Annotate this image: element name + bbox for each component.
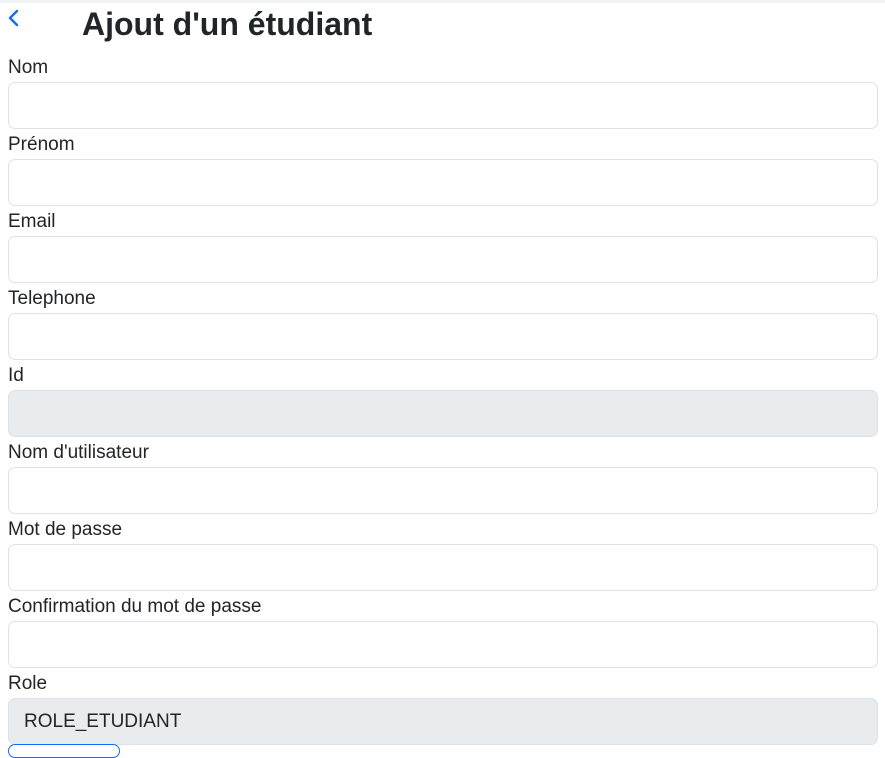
telephone-label: Telephone	[8, 288, 96, 309]
username-input[interactable]	[8, 467, 878, 514]
role-input	[8, 698, 878, 745]
nom-input[interactable]	[8, 82, 878, 129]
field-telephone: Telephone	[8, 287, 878, 364]
role-label: Role	[8, 673, 48, 694]
chevron-left-icon	[7, 9, 19, 27]
add-student-form: Nom Prénom Email Telephone Id Nom d'util…	[8, 56, 878, 749]
field-email: Email	[8, 210, 878, 287]
field-id: Id	[8, 364, 878, 441]
page-title: Ajout d'un étudiant	[82, 6, 373, 42]
field-role: Role	[8, 672, 878, 749]
field-nom: Nom	[8, 56, 878, 133]
password-confirm-label: Confirmation du mot de passe	[8, 596, 262, 617]
top-strip	[0, 0, 885, 3]
id-input	[8, 390, 878, 437]
email-label: Email	[8, 211, 56, 232]
field-password-confirm: Confirmation du mot de passe	[8, 595, 878, 672]
submit-button[interactable]	[8, 744, 120, 758]
password-input[interactable]	[8, 544, 878, 591]
email-input[interactable]	[8, 236, 878, 283]
username-label: Nom d'utilisateur	[8, 442, 149, 463]
password-label: Mot de passe	[8, 519, 123, 540]
id-label: Id	[8, 365, 24, 386]
prenom-input[interactable]	[8, 159, 878, 206]
password-confirm-input[interactable]	[8, 621, 878, 668]
nom-label: Nom	[8, 57, 49, 78]
field-password: Mot de passe	[8, 518, 878, 595]
back-button[interactable]	[3, 7, 23, 29]
telephone-input[interactable]	[8, 313, 878, 360]
field-prenom: Prénom	[8, 133, 878, 210]
prenom-label: Prénom	[8, 134, 75, 155]
field-username: Nom d'utilisateur	[8, 441, 878, 518]
